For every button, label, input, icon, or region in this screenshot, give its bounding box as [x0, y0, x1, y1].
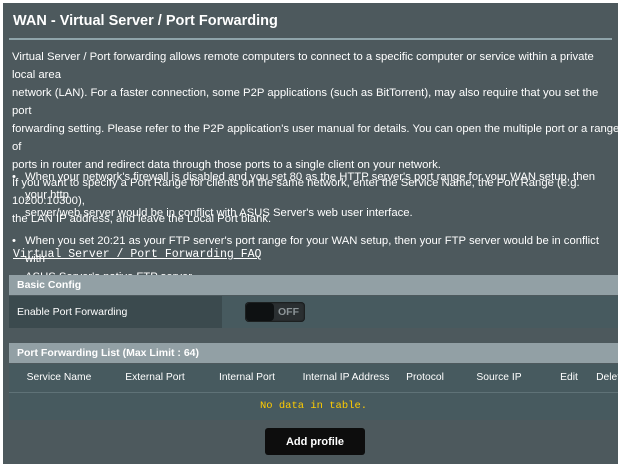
main-panel: WAN - Virtual Server / Port Forwarding V…	[3, 3, 618, 464]
empty-table-message: No data in table.	[9, 392, 618, 420]
col-source-ip: Source IP	[476, 372, 522, 383]
description-line: forwarding setting. Please refer to the …	[12, 123, 618, 153]
title-divider	[9, 38, 612, 40]
note-line: When your network's firewall is disabled…	[25, 171, 596, 201]
page-title: WAN - Virtual Server / Port Forwarding	[13, 13, 278, 29]
faq-link[interactable]: Virtual Server / Port Forwarding FAQ	[13, 248, 261, 261]
toggle-knob	[246, 303, 274, 321]
col-external-port: External Port	[125, 372, 185, 383]
col-protocol: Protocol	[406, 372, 444, 383]
col-delete: Delete	[596, 372, 618, 383]
port-forwarding-list-header: Port Forwarding List (Max Limit : 64)	[9, 343, 618, 363]
description-line: Virtual Server / Port forwarding allows …	[12, 51, 594, 81]
note-http-conflict: • When your network's firewall is disabl…	[12, 168, 616, 222]
note-line: server/web server would be in conflict w…	[25, 207, 413, 219]
bullet-icon: •	[12, 171, 16, 183]
add-profile-button[interactable]: Add profile	[265, 428, 365, 455]
enable-port-forwarding-label: Enable Port Forwarding	[9, 296, 222, 328]
col-service-name: Service Name	[26, 372, 92, 383]
port-forwarding-toggle[interactable]: OFF	[245, 302, 305, 322]
enable-port-forwarding-row: Enable Port Forwarding OFF	[9, 296, 618, 328]
table-header-row: Service Name External Port Internal Port…	[9, 364, 618, 392]
col-edit: Edit	[560, 372, 578, 383]
col-internal-port: Internal Port	[218, 372, 276, 383]
description-line: network (LAN). For a faster connection, …	[12, 87, 599, 117]
col-internal-ip: Internal IP Address	[302, 372, 390, 383]
toggle-state-label: OFF	[278, 306, 299, 318]
basic-config-header: Basic Config	[9, 275, 618, 295]
